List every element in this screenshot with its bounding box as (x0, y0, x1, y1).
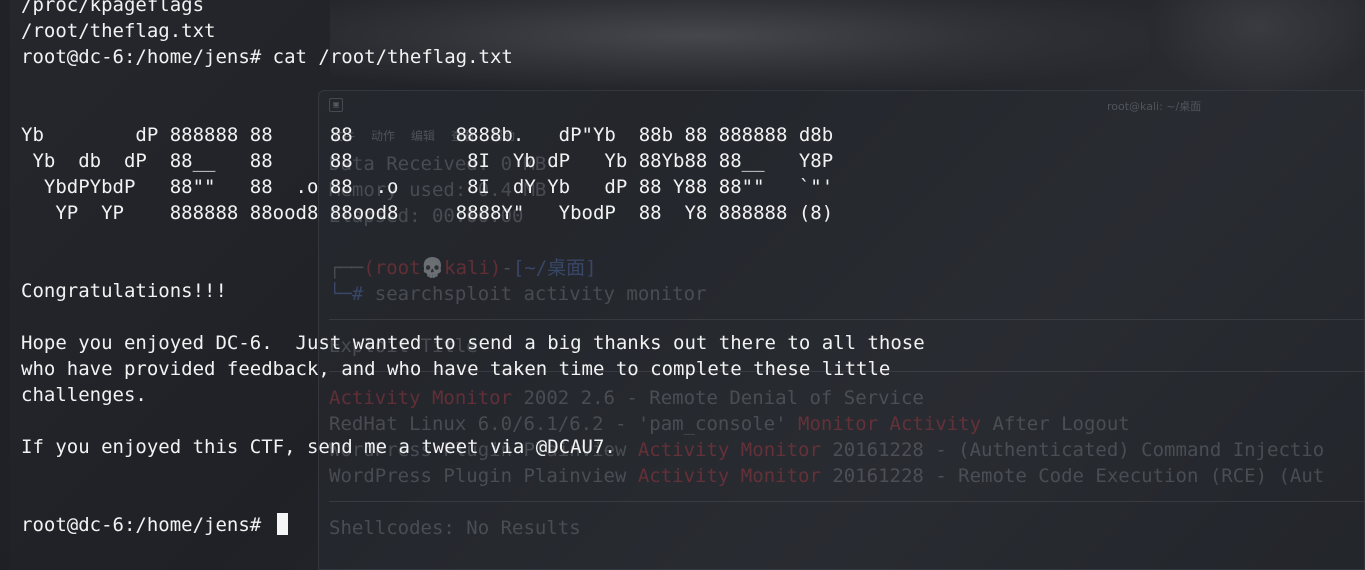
terminal-prompt[interactable]: root@dc-6:/home/jens# (21, 512, 288, 538)
text-cursor (276, 513, 288, 535)
terminal-line: /root/theflag.txt (21, 20, 216, 42)
terminal-command-line: root@dc-6:/home/jens# cat /root/theflag.… (21, 46, 513, 68)
terminal-line: /proc/kpageflags (21, 0, 205, 16)
ascii-art-line: Yb db dP 88__ 88 88 8I Yb dP Yb 88Yb88 8… (21, 150, 834, 172)
message-line: challenges. (21, 384, 147, 406)
prompt-text: root@dc-6:/home/jens# (21, 514, 273, 536)
ascii-art-line: YbdPYbdP 88"" 88 .o 88 .o 8I dY Yb dP 88… (21, 176, 834, 198)
message-line: If you enjoyed this CTF, send me a tweet… (21, 436, 616, 458)
message-line: who have provided feedback, and who have… (21, 358, 891, 380)
desktop: ▣ root@kali: ~/桌面 文件 动作 编辑 查看 帮助 Data Re… (0, 0, 1365, 570)
congrats-line: Congratulations!!! (21, 280, 227, 302)
ascii-art-line: YP YP 888888 88ood8 88ood8 8888Y" YbodP … (21, 202, 834, 224)
message-line: Hope you enjoyed DC-6. Just wanted to se… (21, 332, 925, 354)
ascii-art-line: Yb dP 888888 88 88 8888b. dP"Yb 88b 88 8… (21, 124, 834, 146)
terminal-output[interactable]: /proc/kpageflags /root/theflag.txt root@… (0, 0, 1365, 570)
